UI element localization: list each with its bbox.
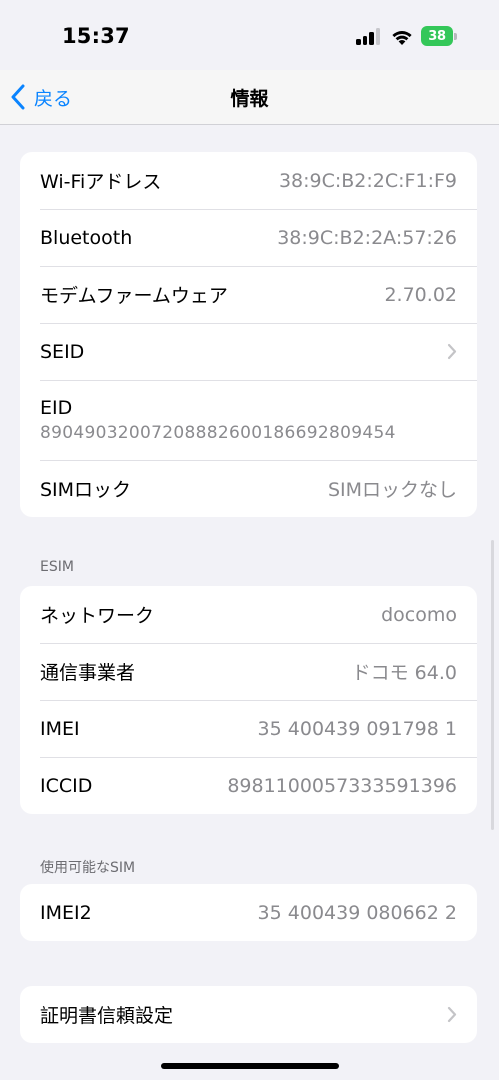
row-value: docomo (381, 603, 457, 626)
page-title: 情報 (230, 88, 269, 110)
row-label: モデムファームウェア (40, 285, 228, 307)
row-label: ネットワーク (40, 605, 155, 627)
navigation-bar: 戻る 情報 (0, 70, 499, 125)
row-label: 通信事業者 (40, 662, 136, 684)
row-seid[interactable]: SEID (20, 323, 477, 380)
cert-group: 証明書信頼設定 (20, 986, 477, 1043)
row-value: 35 400439 080662 2 (257, 901, 457, 924)
available-sim-group: IMEI2 35 400439 080662 2 (20, 884, 477, 941)
row-value: 2.70.02 (384, 283, 457, 306)
battery-level: 38 (421, 26, 453, 46)
row-value: 38:9C:B2:2C:F1:F9 (278, 169, 457, 192)
status-time: 15:37 (62, 24, 130, 48)
section-header-esim: ESIM (40, 559, 74, 575)
row-carrier[interactable]: 通信事業者 ドコモ 64.0 (20, 643, 477, 700)
wifi-icon (392, 31, 412, 45)
cellular-signal-icon (356, 28, 382, 45)
home-indicator (161, 1063, 339, 1069)
row-label: Bluetooth (40, 226, 133, 249)
row-value: 8981100057333591396 (227, 774, 457, 797)
row-value: 35 400439 091798 1 (257, 717, 457, 740)
row-eid[interactable]: EID 89049032007208882600186692809454 (20, 380, 477, 460)
row-bluetooth[interactable]: Bluetooth 38:9C:B2:2A:57:26 (20, 209, 477, 266)
row-label: SIMロック (40, 479, 132, 501)
row-modem-firmware[interactable]: モデムファームウェア 2.70.02 (20, 266, 477, 323)
row-value: SIMロックなし (327, 479, 457, 501)
scroll-indicator (491, 540, 494, 830)
row-value: ドコモ 64.0 (351, 662, 457, 684)
row-label: SEID (40, 340, 85, 363)
row-label: 証明書信頼設定 (40, 1005, 174, 1027)
esim-group: ネットワーク docomo 通信事業者 ドコモ 64.0 IMEI 35 400… (20, 586, 477, 814)
battery-icon: 38 (421, 26, 457, 46)
row-label: IMEI (40, 717, 80, 740)
row-wifi-address[interactable]: Wi-Fiアドレス 38:9C:B2:2C:F1:F9 (20, 152, 477, 209)
section-header-available-sim: 使用可能なSIM (40, 860, 136, 876)
chevron-right-icon (447, 343, 457, 360)
row-network[interactable]: ネットワーク docomo (20, 586, 477, 643)
row-label: IMEI2 (40, 901, 92, 924)
row-label: EID (40, 397, 73, 419)
row-value: 38:9C:B2:2A:57:26 (277, 226, 457, 249)
row-certificate-trust-settings[interactable]: 証明書信頼設定 (20, 986, 477, 1043)
status-bar: 15:37 38 (0, 0, 499, 70)
row-label: ICCID (40, 774, 93, 797)
chevron-right-icon (447, 1006, 457, 1023)
row-iccid[interactable]: ICCID 8981100057333591396 (20, 757, 477, 814)
info-group: Wi-Fiアドレス 38:9C:B2:2C:F1:F9 Bluetooth 38… (20, 152, 477, 517)
row-imei[interactable]: IMEI 35 400439 091798 1 (20, 700, 477, 757)
row-value: 89049032007208882600186692809454 (40, 423, 396, 443)
row-label: Wi-Fiアドレス (40, 171, 162, 193)
row-imei2[interactable]: IMEI2 35 400439 080662 2 (20, 884, 477, 941)
row-sim-lock[interactable]: SIMロック SIMロックなし (20, 460, 477, 517)
